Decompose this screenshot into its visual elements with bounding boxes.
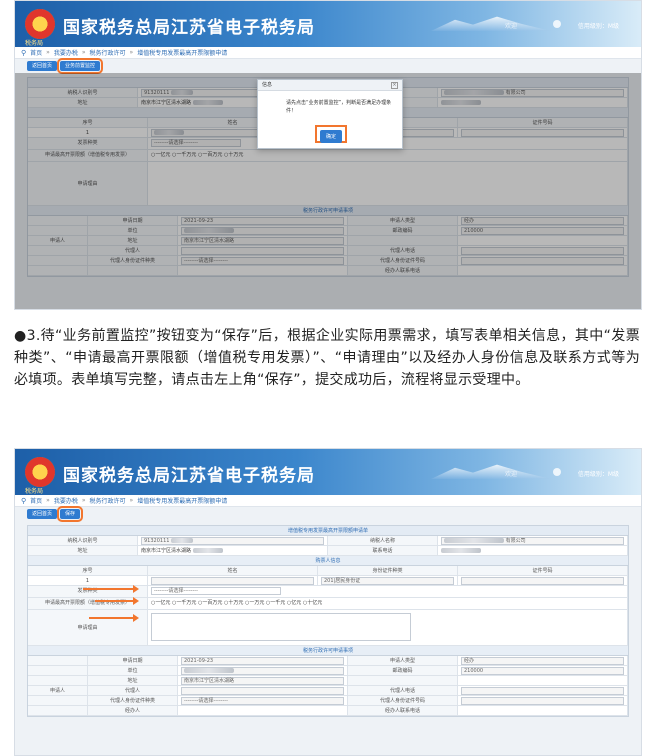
instruction-paragraph: ●3.待“业务前置监控”按钮变为“保存”后，根据企业实际用票需求，填写表单相关信…: [14, 328, 640, 388]
breadcrumb-separator: »: [81, 49, 86, 56]
site-title-2: 国家税务总局江苏省电子税务局: [63, 466, 315, 486]
breadcrumb-separator: »: [46, 49, 50, 56]
site-banner: 国家税务总局江苏省电子税务局 税务局 欢迎 信用级别：M级: [15, 1, 641, 47]
dialog-header: 信息 ×: [258, 80, 402, 91]
agent-idtype-select-3[interactable]: 201|居民身份证: [321, 577, 454, 585]
pre-monitor-button[interactable]: 业务前置监控: [57, 58, 104, 74]
agent-idtype-label-2: 代理人身份证件种类: [88, 696, 178, 705]
application-form-2: 增值税专用发票最高开票限额申请单 纳税人识别号 91320111 纳税人名称 有…: [27, 525, 629, 717]
breadcrumb-permit[interactable]: 税务行政许可: [90, 496, 126, 505]
agent-idno-field-3[interactable]: [461, 577, 624, 585]
agent-name-field-2[interactable]: [151, 577, 314, 585]
row-seq-2: 1: [28, 576, 148, 585]
dialog-close-icon[interactable]: ×: [391, 82, 398, 89]
info-dialog: 信息 × 请先点击“业务前置监控”，判断是否满足办理条件！ 确定: [257, 79, 403, 149]
location-pin-icon: ⚲: [21, 48, 27, 57]
reason-textarea[interactable]: [151, 613, 411, 641]
col-idtype-2: 身份证件种类: [318, 566, 458, 575]
back-home-button-2[interactable]: 返回首页: [27, 509, 58, 519]
back-home-button[interactable]: 返回首页: [27, 61, 58, 71]
breadcrumb-permit[interactable]: 税务行政许可: [90, 48, 126, 57]
dialog-message: 请先点击“业务前置监控”，判断是否满足办理条件！: [286, 100, 392, 114]
agent-label-2: 代理人: [88, 686, 178, 695]
taxpayer-id-field-2: 91320111: [141, 537, 324, 545]
applicant-type-select-2[interactable]: 经办: [461, 657, 624, 665]
breadcrumb-tax[interactable]: 我要办税: [54, 496, 78, 505]
breadcrumb-2: ⚲ 首页 » 我要办税 » 税务行政许可 » 增值税专用发票最高开票限额申请: [15, 495, 641, 507]
user-icon[interactable]: [553, 468, 561, 476]
col-seq-2: 序号: [28, 566, 148, 575]
taxpayer-name-field-2: 有限公司: [441, 537, 624, 545]
form-title-2: 增值税专用发票最高开票限额申请单: [28, 526, 628, 536]
taxpayer-id-label-2: 纳税人识别号: [28, 536, 138, 545]
site-subtitle-2: 税务局: [25, 488, 44, 495]
user-credit-level[interactable]: 信用级别：M级: [578, 21, 619, 30]
phone-label-2: 联系电话: [328, 546, 438, 555]
postcode-field-2[interactable]: 210000: [461, 667, 624, 675]
taxpayer-name-label-2: 纳税人名称: [328, 536, 438, 545]
review-section-title-2: 税务行政许可申请事项: [28, 646, 628, 656]
address2-label-2: 地址: [88, 676, 178, 685]
location-pin-icon: ⚲: [21, 496, 27, 505]
address2-field-2[interactable]: 南京市江宁区清水湖路: [181, 677, 344, 685]
handler-label: 经办人: [88, 706, 178, 715]
agent-field-2[interactable]: [181, 687, 344, 695]
breadcrumb-separator: »: [129, 49, 134, 56]
apply-date-label-2: 申请日期: [88, 656, 178, 665]
tax-emblem-icon: [25, 457, 55, 487]
breadcrumb-tax[interactable]: 我要办税: [54, 48, 78, 57]
arrow-limit: [95, 597, 139, 605]
tax-emblem-icon: [25, 9, 55, 39]
agent-idno-label-2: 代理人身份证件号码: [348, 696, 458, 705]
breadcrumb-current: 增值税专用发票最高开票限额申请: [137, 498, 228, 505]
address-label-2: 地址: [28, 546, 138, 555]
limit-radio-group-2[interactable]: ○一亿元 ○一千万元 ○一百万元 ○十万元 ○一万元 ○一千元 ○亿元 ○十亿元: [148, 598, 628, 609]
unit-field-2: [181, 667, 344, 675]
screenshot-top: 国家税务总局江苏省电子税务局 税务局 欢迎 信用级别：M级 ⚲ 首页 » 我要办…: [14, 0, 642, 310]
applicant-type-label-2: 申请人类型: [348, 656, 458, 665]
handler-phone-label-2: 经办人联系电话: [348, 706, 458, 715]
agent-idno-field-4[interactable]: [461, 697, 624, 705]
dialog-ok-button[interactable]: 确定: [320, 130, 343, 143]
breadcrumb-separator: »: [129, 497, 134, 504]
breadcrumb-current: 增值税专用发票最高开票限额申请: [137, 50, 228, 57]
breadcrumb: ⚲ 首页 » 我要办税 » 税务行政许可 » 增值税专用发票最高开票限额申请: [15, 47, 641, 59]
site-banner-2: 国家税务总局江苏省电子税务局 税务局 欢迎 信用级别：M级: [15, 449, 641, 495]
agent-section-title-2: 购票人信息: [28, 556, 628, 566]
col-name-2: 姓名: [148, 566, 318, 575]
applicant-label-2: 申请人: [28, 686, 88, 695]
breadcrumb-separator: »: [46, 497, 50, 504]
arrow-invoice-type: [83, 585, 139, 593]
unit-label-2: 单位: [88, 666, 178, 675]
address-value-2: 南京市江宁区清水湖路: [138, 546, 328, 555]
site-subtitle: 税务局: [25, 40, 44, 47]
col-idno-2: 证件号码: [458, 566, 628, 575]
postcode-label-2: 邮政编码: [348, 666, 458, 675]
invoice-type-select-2[interactable]: --------请选择--------: [151, 587, 281, 595]
apply-date-field-2[interactable]: 2021-09-23: [181, 657, 344, 665]
dialog-title: 信息: [262, 82, 273, 88]
arrow-reason: [89, 614, 139, 622]
agent-phone-field-2[interactable]: [461, 687, 624, 695]
banner-decoration: [431, 464, 551, 479]
banner-decoration: [431, 16, 551, 31]
reason-label-2: 申请理由: [28, 610, 148, 645]
breadcrumb-home[interactable]: 首页: [30, 48, 42, 57]
breadcrumb-separator: »: [81, 497, 86, 504]
save-button[interactable]: 保存: [57, 506, 84, 522]
site-title: 国家税务总局江苏省电子税务局: [63, 18, 315, 38]
user-icon[interactable]: [553, 20, 561, 28]
screenshot-bottom: 国家税务总局江苏省电子税务局 税务局 欢迎 信用级别：M级 ⚲ 首页 » 我要办…: [14, 448, 642, 756]
breadcrumb-home[interactable]: 首页: [30, 496, 42, 505]
user-credit-level-2[interactable]: 信用级别：M级: [578, 469, 619, 478]
form-toolbar: 返回首页 业务前置监控: [15, 58, 641, 74]
agent-idtype-select-4[interactable]: --------请选择--------: [181, 697, 344, 705]
form-toolbar-2: 返回首页 保存: [15, 506, 641, 522]
agent-phone-label-2: 代理人电话: [348, 686, 458, 695]
